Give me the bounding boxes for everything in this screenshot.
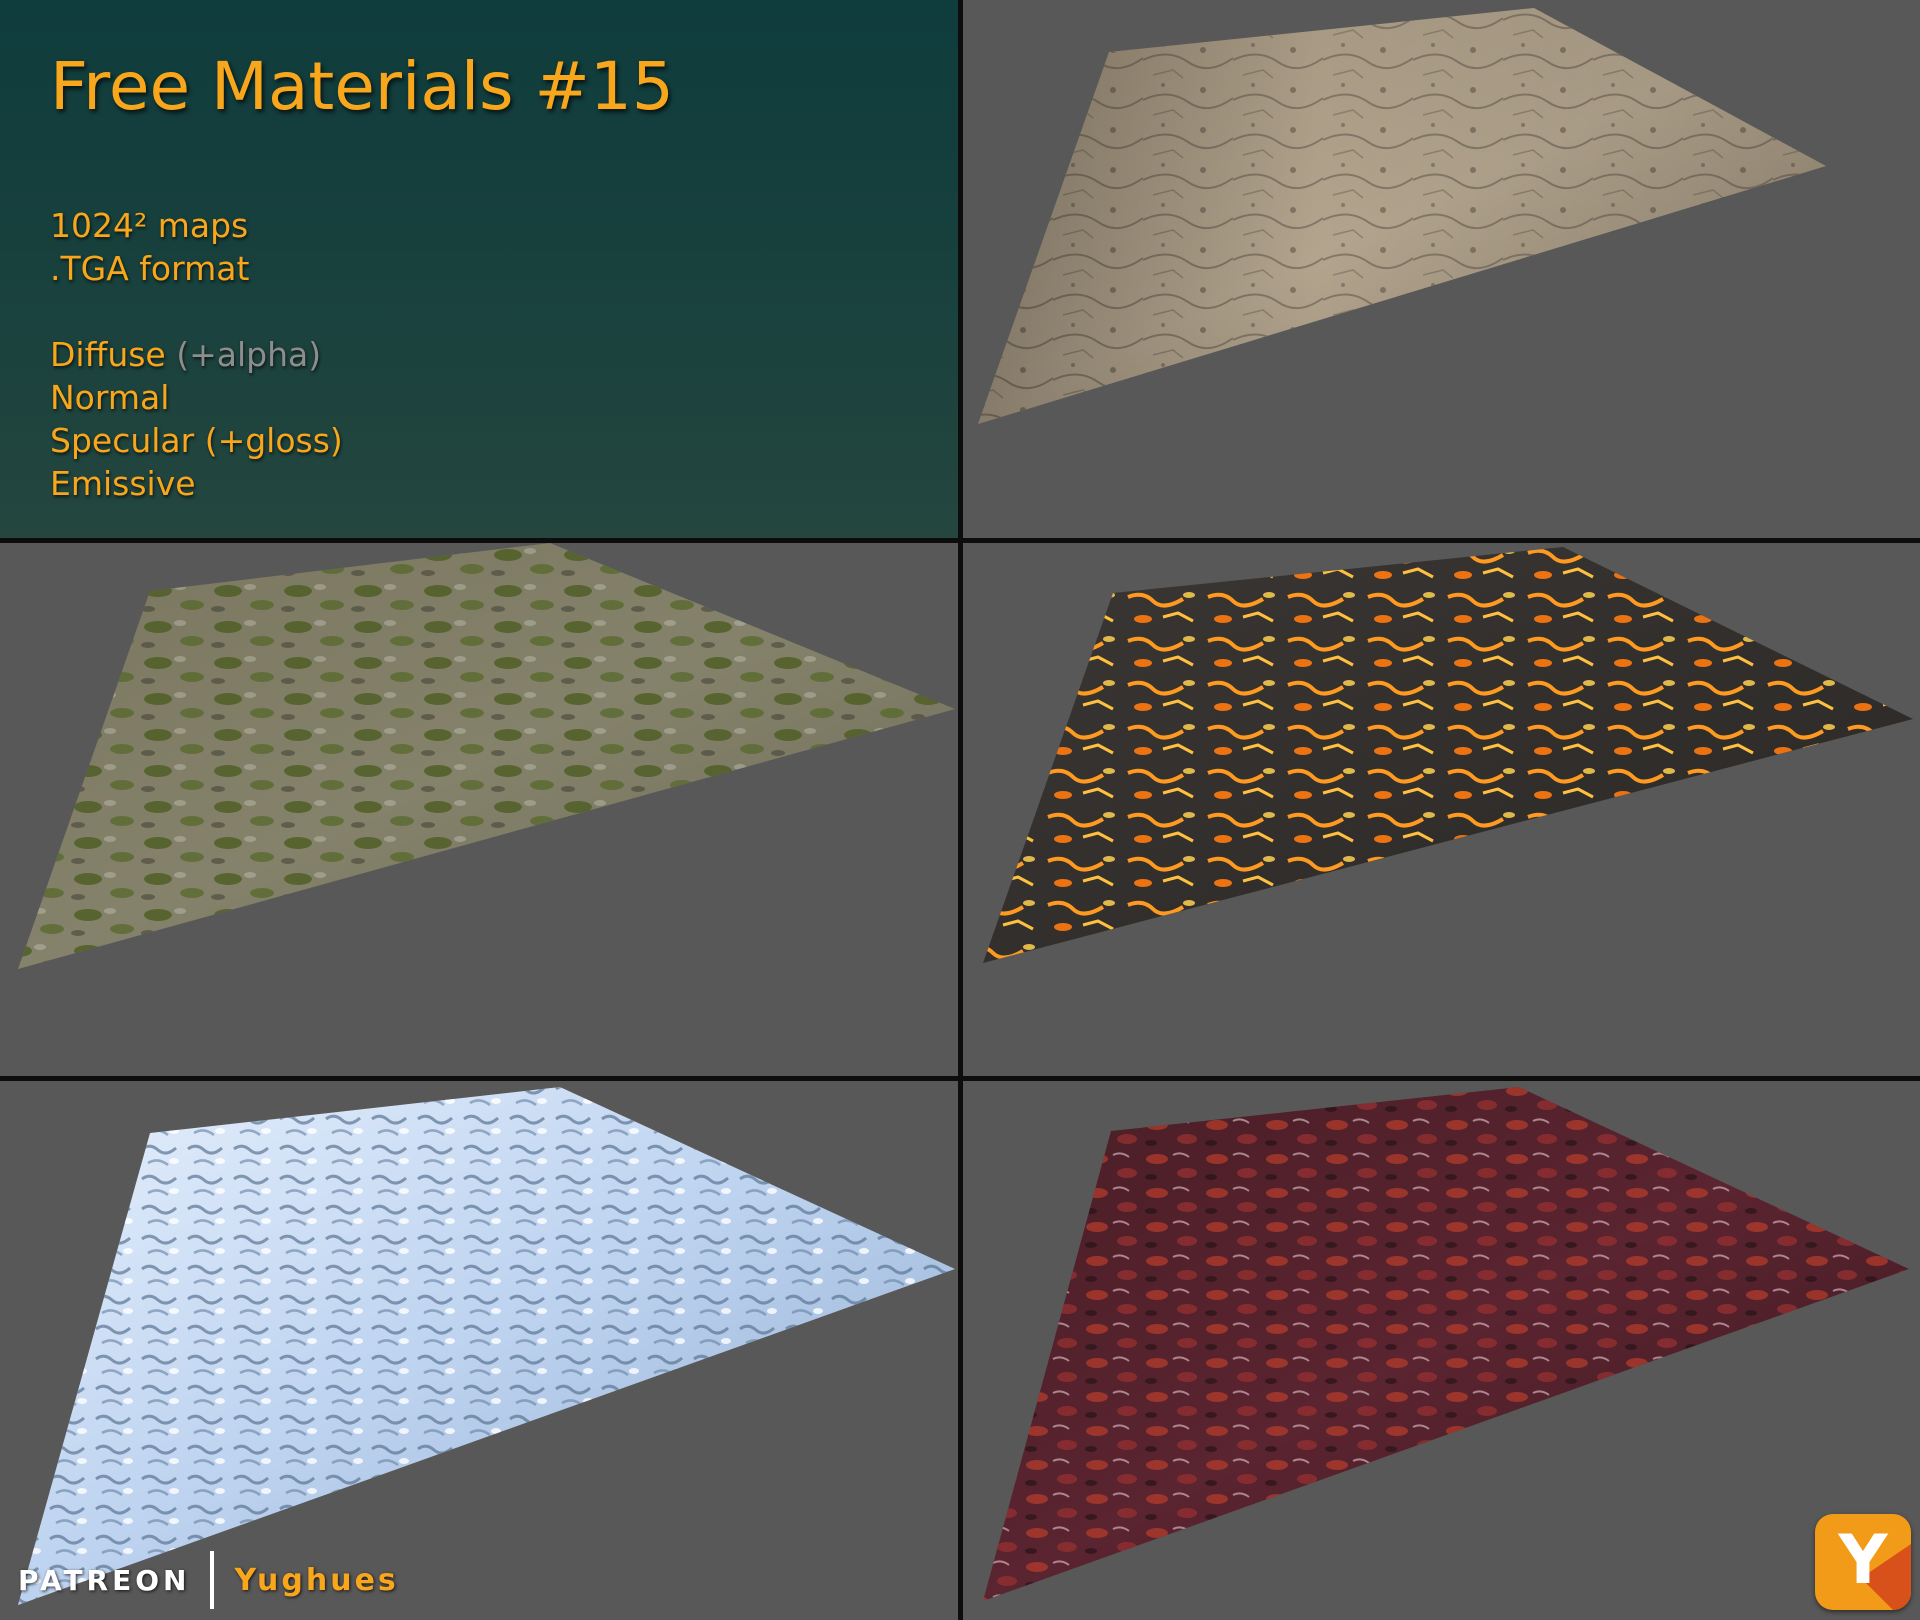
- emissive-label: Emissive: [50, 464, 196, 503]
- ice-plane: [18, 1087, 955, 1605]
- resolution-text: 1024² maps: [50, 206, 249, 245]
- page-title: Free Materials #15: [50, 48, 674, 125]
- normal-label: Normal: [50, 378, 170, 417]
- yughues-logo[interactable]: Y: [1815, 1514, 1911, 1610]
- specular-label: Specular (+gloss): [50, 421, 343, 460]
- material-preview-ice: PATREON Yughues: [0, 1081, 958, 1620]
- material-preview-mossy-rock: [0, 543, 958, 1076]
- material-preview-red-organic: [963, 1081, 1920, 1620]
- material-preview-cracked-dirt: [963, 0, 1920, 538]
- credit-divider: [210, 1551, 215, 1609]
- diffuse-line: Diffuse (+alpha): [50, 335, 321, 374]
- author-name: Yughues: [234, 1562, 399, 1598]
- logo-y-icon: Y: [1838, 1521, 1888, 1600]
- patreon-wordmark: PATREON: [18, 1563, 191, 1597]
- mossy-rock-plane: [18, 543, 955, 969]
- patreon-credit[interactable]: PATREON Yughues: [18, 1551, 399, 1609]
- lava-plane: [983, 547, 1913, 963]
- format-text: .TGA format: [50, 249, 250, 288]
- info-panel: Free Materials #15 1024² maps .TGA forma…: [0, 0, 958, 538]
- material-preview-lava: [963, 543, 1920, 1076]
- diffuse-label: Diffuse: [50, 335, 166, 374]
- cracked-dirt-plane: [978, 8, 1826, 424]
- red-organic-plane: [983, 1087, 1909, 1601]
- diffuse-note: (+alpha): [176, 335, 322, 374]
